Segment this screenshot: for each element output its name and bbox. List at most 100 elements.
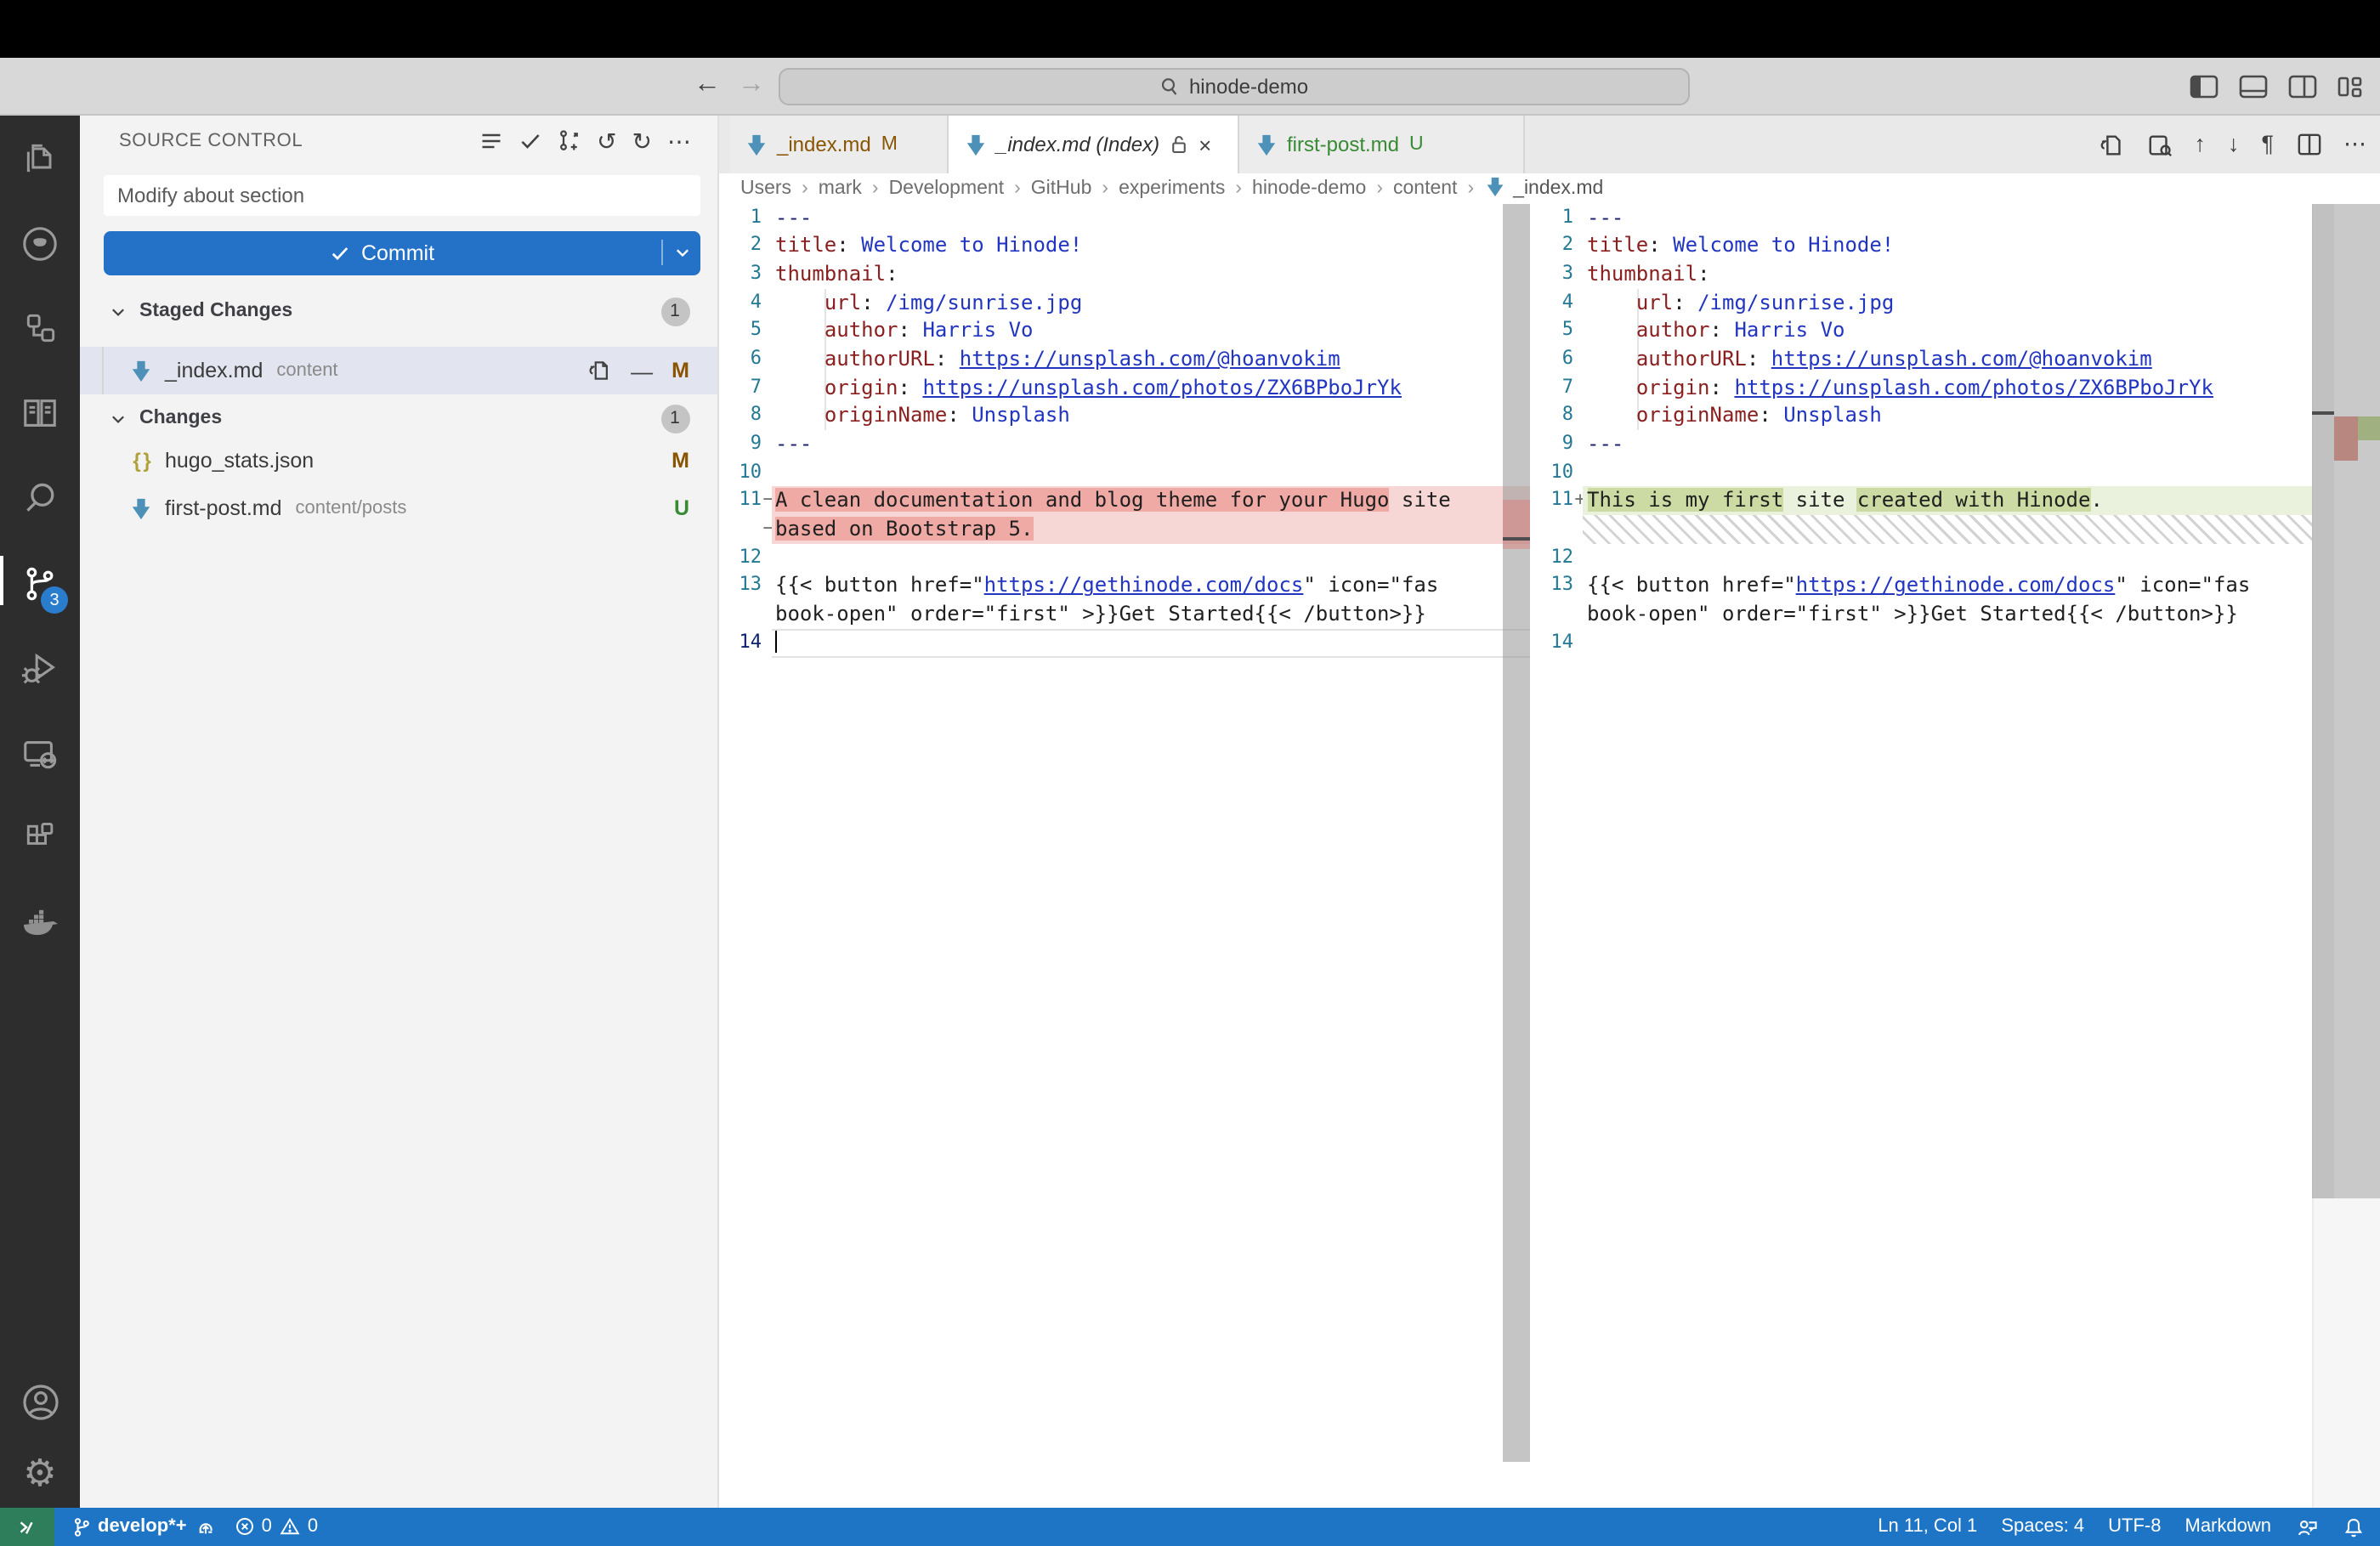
go-back-icon[interactable]: ← bbox=[687, 71, 728, 101]
code-text: book-open" order="first" >}}Get Started{… bbox=[775, 600, 1426, 628]
line-number: 5 bbox=[1530, 317, 1573, 345]
commit-button[interactable]: Commit bbox=[104, 231, 700, 275]
view-as-list-icon[interactable] bbox=[479, 129, 503, 153]
changed-file-row[interactable]: { } hugo_stats.json M bbox=[80, 437, 717, 484]
split-editor-icon[interactable] bbox=[2296, 133, 2321, 156]
tab-label: first-post.md bbox=[1287, 133, 1399, 156]
code-token: origin bbox=[1636, 375, 1710, 399]
changes-header[interactable]: Changes 1 bbox=[80, 399, 717, 437]
history-icon[interactable]: ↺ bbox=[597, 129, 616, 153]
modified-pane-scrollbar[interactable] bbox=[2311, 203, 2333, 1198]
commit-message-input[interactable] bbox=[104, 174, 700, 216]
breadcrumb-item[interactable]: Development bbox=[889, 178, 1005, 199]
code-token: : bbox=[898, 375, 923, 399]
next-change-icon[interactable]: ↓ bbox=[2228, 133, 2240, 156]
sidebar-item-remote-explorer[interactable] bbox=[0, 711, 80, 796]
customize-layout-icon[interactable] bbox=[2338, 75, 2365, 99]
sidebar-item-references[interactable] bbox=[0, 286, 80, 371]
scm-badge: 3 bbox=[41, 586, 68, 614]
command-center-search[interactable]: hinode-demo bbox=[779, 67, 1690, 105]
diff-marker bbox=[762, 544, 775, 572]
diff-marker bbox=[762, 430, 775, 458]
problems-status[interactable]: 0 0 bbox=[235, 1516, 319, 1537]
code-text: authorURL: https://unsplash.com/@hoanvok… bbox=[1587, 345, 2152, 373]
tab-index-md-index-active[interactable]: _index.md (Index) × bbox=[949, 116, 1239, 173]
breadcrumb-item[interactable]: GitHub bbox=[1031, 178, 1092, 199]
line-number: 9 bbox=[1530, 430, 1573, 458]
feedback-icon[interactable] bbox=[2295, 1515, 2319, 1538]
commit-dropdown-button[interactable] bbox=[663, 244, 700, 263]
staged-changes-header[interactable]: Staged Changes 1 bbox=[80, 292, 717, 330]
line-number: 3 bbox=[1530, 260, 1573, 288]
breadcrumb-item[interactable]: mark bbox=[819, 178, 862, 199]
line-number: 11 bbox=[718, 487, 762, 515]
publish-sync-icon bbox=[194, 1515, 218, 1538]
previous-change-icon[interactable]: ↑ bbox=[2194, 133, 2206, 156]
status-bar: develop*+ 0 0 Ln 11, Col 1 Spaces: 4 UTF… bbox=[0, 1507, 2380, 1546]
close-icon[interactable]: × bbox=[1198, 132, 1211, 157]
breadcrumb-item[interactable]: experiments bbox=[1119, 178, 1225, 199]
sidebar-item-docs[interactable] bbox=[0, 371, 80, 456]
accounts-icon[interactable] bbox=[20, 1381, 60, 1430]
pilcrow-whitespace-icon[interactable]: ¶ bbox=[2261, 133, 2274, 156]
settings-gear-icon[interactable]: ⚙ bbox=[23, 1454, 56, 1493]
toggle-sidebar-icon[interactable] bbox=[2190, 75, 2218, 99]
code-token: " icon="fas bbox=[2115, 574, 2250, 597]
code-link[interactable]: https://gethinode.com/docs bbox=[1796, 574, 2116, 597]
staged-file-row[interactable]: _index.md content — M bbox=[80, 347, 717, 394]
code-link[interactable]: https://unsplash.com/@hoanvokim bbox=[1771, 347, 2152, 371]
sidebar-item-docker[interactable] bbox=[0, 881, 80, 966]
diff-modified-pane[interactable]: 1---2title: Welcome to Hinode!3thumbnail… bbox=[1530, 203, 2310, 657]
code-row: 14 bbox=[1530, 629, 2310, 657]
sidebar-item-source-control[interactable]: 3 bbox=[0, 541, 80, 626]
go-forward-icon[interactable]: → bbox=[731, 71, 772, 101]
code-row: 10 bbox=[1530, 458, 2310, 486]
more-actions-icon[interactable]: ⋯ bbox=[2343, 133, 2366, 156]
original-pane-scrollbar[interactable] bbox=[1503, 203, 1530, 1462]
refresh-icon[interactable]: ↻ bbox=[632, 129, 652, 153]
diff-marker bbox=[1573, 317, 1587, 345]
notifications-bell-icon[interactable] bbox=[2343, 1515, 2365, 1538]
remote-indicator[interactable] bbox=[0, 1507, 54, 1546]
branch-status[interactable]: develop*+ bbox=[71, 1515, 218, 1538]
sidebar-item-github[interactable] bbox=[0, 201, 80, 286]
commit-check-icon[interactable] bbox=[518, 129, 542, 153]
sidebar-item-extensions[interactable] bbox=[0, 796, 80, 881]
tab-index-md-working[interactable]: _index.md M bbox=[729, 116, 949, 173]
unstage-changes-icon[interactable]: — bbox=[631, 360, 653, 382]
sidebar-item-search[interactable] bbox=[0, 456, 80, 541]
cursor-position[interactable]: Ln 11, Col 1 bbox=[1878, 1516, 1977, 1537]
changed-file-row[interactable]: first-post.md content/posts U bbox=[80, 484, 717, 532]
breadcrumb-item[interactable]: content bbox=[1393, 178, 1457, 199]
code-row: 7 origin: https://unsplash.com/photos/ZX… bbox=[1530, 373, 2310, 401]
diff-original-pane[interactable]: 1---2title: Welcome to Hinode!3thumbnail… bbox=[718, 203, 1503, 657]
sidebar-item-run-debug[interactable] bbox=[0, 626, 80, 711]
code-link[interactable]: https://unsplash.com/@hoanvokim bbox=[960, 347, 1340, 371]
code-token: : bbox=[1697, 262, 1709, 286]
code-link[interactable]: https://gethinode.com/docs bbox=[984, 574, 1304, 597]
branch-name: develop*+ bbox=[98, 1516, 187, 1537]
diff-marker bbox=[1573, 231, 1587, 259]
toggle-secondary-sidebar-icon[interactable] bbox=[2288, 75, 2317, 99]
sidebar-item-explorer[interactable] bbox=[0, 116, 80, 201]
breadcrumb-item[interactable]: hinode-demo bbox=[1252, 178, 1366, 199]
breadcrumb-file[interactable]: _index.md bbox=[1513, 178, 1603, 199]
code-token: : bbox=[898, 319, 923, 343]
encoding[interactable]: UTF-8 bbox=[2108, 1516, 2161, 1537]
editor-tab-bar: _index.md M _index.md (Index) × first-po… bbox=[718, 116, 2380, 173]
indentation[interactable]: Spaces: 4 bbox=[2001, 1516, 2084, 1537]
open-file-icon[interactable] bbox=[588, 359, 612, 382]
code-link[interactable]: https://unsplash.com/photos/ZX6BPboJrYk bbox=[922, 375, 1402, 399]
line-number: 2 bbox=[718, 231, 762, 259]
open-file-icon[interactable] bbox=[2099, 132, 2124, 157]
tab-first-post-md[interactable]: first-post.md U bbox=[1239, 116, 1525, 173]
code-link[interactable]: https://unsplash.com/photos/ZX6BPboJrYk bbox=[1734, 375, 2213, 399]
language-mode[interactable]: Markdown bbox=[2185, 1516, 2272, 1537]
create-branch-icon[interactable] bbox=[558, 129, 581, 153]
breadcrumb-item[interactable]: Users bbox=[740, 178, 791, 199]
more-actions-icon[interactable]: ⋯ bbox=[667, 129, 691, 153]
toggle-panel-icon[interactable] bbox=[2239, 75, 2268, 99]
preview-icon[interactable] bbox=[2146, 132, 2172, 157]
code-row: 7 origin: https://unsplash.com/photos/ZX… bbox=[718, 373, 1503, 401]
line-number bbox=[1530, 600, 1573, 628]
